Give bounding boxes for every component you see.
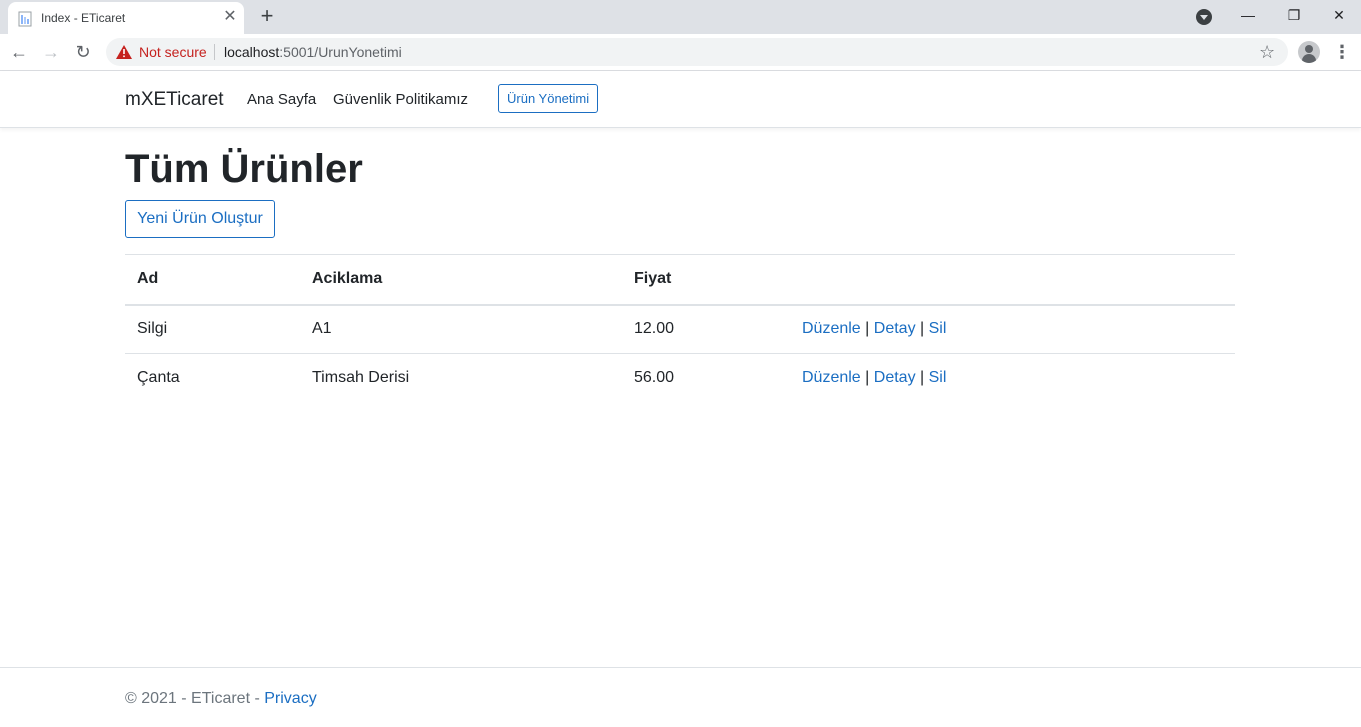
cell-ad: Çanta — [125, 353, 300, 403]
action-separator: | — [920, 369, 925, 387]
delete-link[interactable]: Sil — [929, 369, 947, 386]
cell-fiyat: 56.00 — [622, 353, 790, 403]
brand-link[interactable]: mXETicaret — [125, 89, 224, 111]
browser-toolbar: ← → ↻ Not secure localhost:5001/UrunYone… — [0, 34, 1361, 71]
menu-dots-icon[interactable]: ⋮ — [1333, 41, 1351, 63]
detail-link[interactable]: Detay — [874, 320, 916, 337]
table-row: Çanta Timsah Derisi 56.00 Düzenle | Deta… — [125, 353, 1235, 403]
star-icon[interactable]: ☆ — [1259, 42, 1275, 62]
edit-link[interactable]: Düzenle — [802, 369, 861, 386]
forward-icon[interactable]: → — [40, 41, 62, 63]
column-header-fiyat: Fiyat — [622, 254, 790, 306]
action-separator: | — [920, 320, 925, 338]
cell-aciklama: Timsah Derisi — [300, 353, 622, 403]
nav-link-ana-sayfa[interactable]: Ana Sayfa — [247, 91, 316, 108]
warning-icon — [116, 45, 132, 59]
avatar-icon[interactable] — [1298, 41, 1320, 63]
nav-link-urun-yonetimi[interactable]: Ürün Yönetimi — [498, 84, 599, 113]
nav-link-guvenlik-politikamiz[interactable]: Güvenlik Politikamız — [333, 91, 468, 108]
footer-text: © 2021 - ETicaret - Privacy — [125, 690, 317, 708]
column-header-aciklama: Aciklama — [300, 254, 622, 306]
close-icon[interactable]: ✕ — [222, 9, 238, 25]
address-bar[interactable]: Not secure localhost:5001/UrunYonetimi ☆ — [106, 38, 1288, 66]
create-product-button[interactable]: Yeni Ürün Oluştur — [125, 200, 275, 238]
minimize-icon[interactable]: — — [1237, 4, 1259, 26]
edit-link[interactable]: Düzenle — [802, 320, 861, 337]
url-path: :5001/UrunYonetimi — [279, 44, 402, 60]
action-separator: | — [865, 320, 870, 338]
table-header-row: Ad Aciklama Fiyat — [125, 254, 1235, 306]
tab-title: Index - ETicaret — [41, 11, 126, 25]
window-close-icon[interactable]: ✕ — [1328, 4, 1350, 26]
copyright-text: © 2021 - ETicaret - — [125, 690, 265, 707]
products-table: Ad Aciklama Fiyat Silgi A1 12.00 Düzenle… — [125, 254, 1235, 403]
reload-icon[interactable]: ↻ — [72, 41, 94, 63]
column-header-actions — [790, 254, 1235, 306]
plus-icon[interactable]: + — [256, 5, 278, 27]
site-footer: © 2021 - ETicaret - Privacy — [0, 667, 1361, 727]
cell-aciklama: A1 — [300, 304, 622, 354]
table-row: Silgi A1 12.00 Düzenle | Detay | Sil — [125, 304, 1235, 354]
column-header-ad: Ad — [125, 254, 300, 306]
profile-dropdown-icon[interactable] — [1196, 9, 1212, 25]
action-separator: | — [865, 369, 870, 387]
page-title: Tüm Ürünler — [125, 147, 363, 191]
browser-tab[interactable]: Index - ETicaret ✕ — [8, 2, 244, 34]
delete-link[interactable]: Sil — [929, 320, 947, 337]
cell-actions: Düzenle | Detay | Sil — [790, 353, 1235, 403]
url-host: localhost — [224, 44, 280, 60]
cell-actions: Düzenle | Detay | Sil — [790, 304, 1235, 354]
document-icon — [18, 11, 32, 27]
privacy-link[interactable]: Privacy — [264, 690, 316, 707]
security-status[interactable]: Not secure — [139, 44, 207, 60]
back-icon[interactable]: ← — [8, 41, 30, 63]
restore-icon[interactable]: ❐ — [1283, 4, 1305, 26]
cell-fiyat: 12.00 — [622, 304, 790, 354]
cell-ad: Silgi — [125, 304, 300, 354]
omnibox-divider — [214, 44, 215, 60]
browser-tabstrip: Index - ETicaret ✕ + — ❐ ✕ — [0, 0, 1361, 34]
detail-link[interactable]: Detay — [874, 369, 916, 386]
site-navbar: mXETicaret Ana Sayfa Güvenlik Politikamı… — [0, 71, 1361, 128]
url-text[interactable]: localhost:5001/UrunYonetimi — [224, 44, 402, 60]
